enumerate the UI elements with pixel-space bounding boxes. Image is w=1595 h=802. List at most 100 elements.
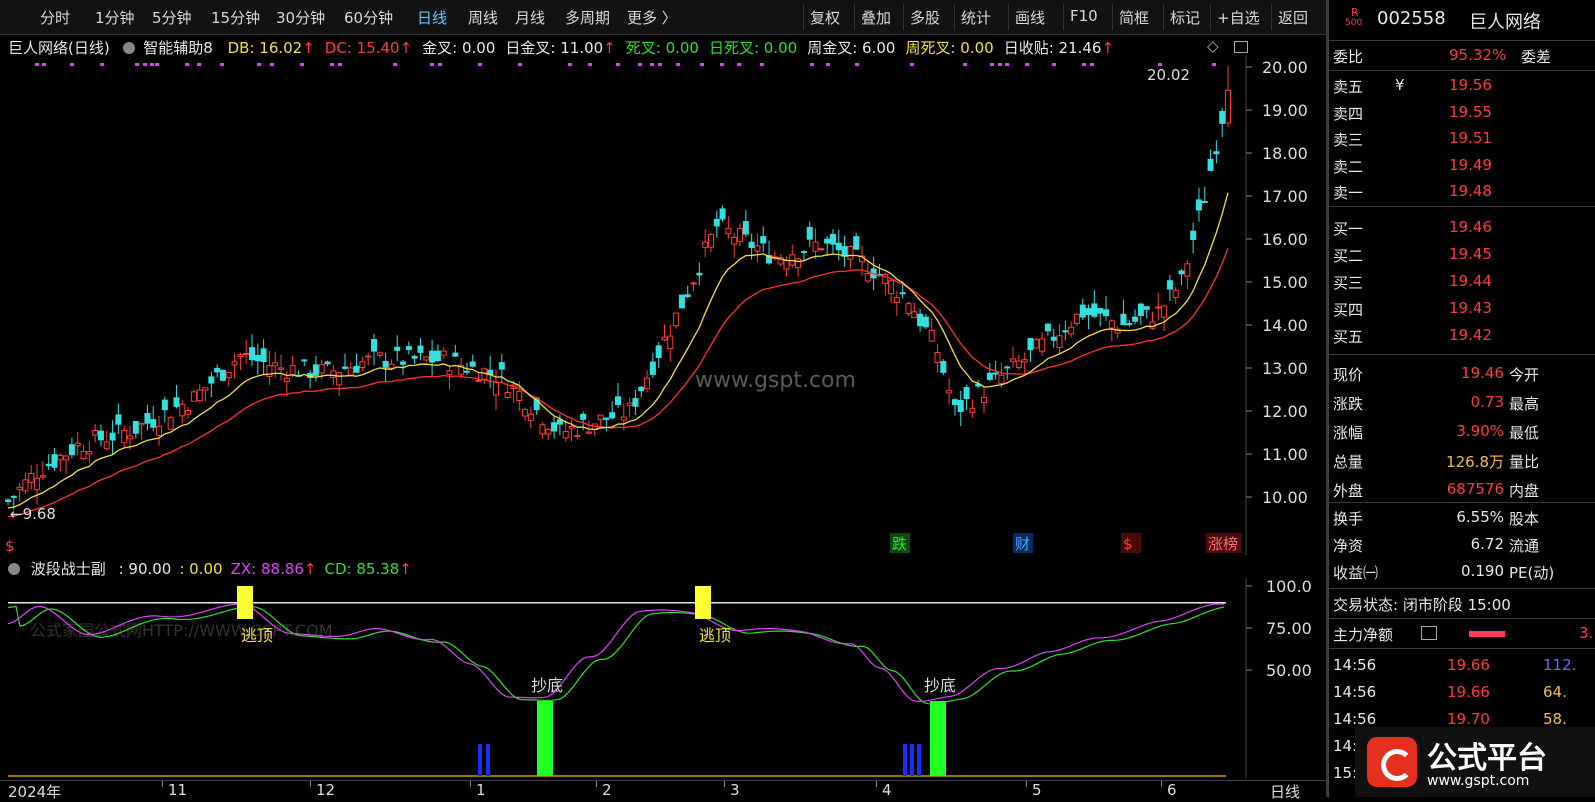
signal-dot	[810, 63, 814, 66]
event-marker-label[interactable]: 涨榜	[1208, 535, 1238, 553]
signal-dot	[700, 63, 704, 66]
collapse-icon[interactable]	[122, 42, 135, 54]
toolbar-button[interactable]: 复权	[810, 7, 840, 28]
signal-dot	[338, 63, 342, 66]
candle-body	[888, 280, 895, 295]
signal-dot	[430, 63, 434, 66]
candle-body	[121, 429, 128, 444]
ask-row: 卖二 19.49	[1333, 155, 1492, 176]
toolbar-button[interactable]: 简框	[1119, 7, 1149, 28]
signal-dot	[143, 63, 147, 66]
signal-dot	[1005, 63, 1009, 66]
up-arrow-icon: ↑	[399, 560, 412, 578]
fundamental-row: 收益㈠ 0.190 PE(动)	[1333, 562, 1555, 582]
logo-url: www.gspt.com	[1427, 773, 1530, 789]
candle-body	[1126, 323, 1133, 326]
candle-body	[661, 336, 668, 341]
window-toggle-icon[interactable]	[1234, 41, 1248, 53]
list-icon[interactable]	[1421, 626, 1437, 640]
candle-body	[1213, 151, 1220, 155]
toolbar-button[interactable]: 返回	[1278, 7, 1308, 28]
event-marker-label[interactable]: 财	[1015, 535, 1030, 553]
period-tab[interactable]: 15分钟	[211, 7, 260, 28]
toolbar-button[interactable]: 画线	[1015, 7, 1045, 28]
candle-body	[1201, 201, 1208, 204]
y-tick: 12.00	[1262, 402, 1308, 421]
y-tick: 19.00	[1262, 101, 1308, 120]
blue-marker-bar	[903, 744, 907, 776]
diamond-icon[interactable]: ◇	[1207, 37, 1219, 55]
sub-chart-header: 波段战士副 : 90.00: 0.00 ZX: 88.86↑ CD: 85.38↑	[8, 558, 412, 579]
candle-body	[1149, 321, 1156, 329]
candle-body	[272, 362, 279, 367]
quote-row: 外盘 687576 内盘	[1333, 480, 1540, 500]
candle-body	[1091, 303, 1098, 317]
period-tab[interactable]: 30分钟	[276, 7, 325, 28]
signal-dot	[998, 63, 1002, 66]
candle-body	[742, 221, 749, 235]
candle-body	[469, 361, 476, 367]
period-tab[interactable]: 60分钟	[344, 7, 393, 28]
candle-body	[1195, 199, 1202, 211]
period-label[interactable]: 日线	[1270, 781, 1300, 802]
ask-row: 卖五 ¥19.56	[1333, 76, 1492, 96]
period-tab[interactable]: 多周期	[565, 7, 610, 28]
candle-body	[109, 432, 116, 441]
candle-body	[254, 354, 261, 362]
candle-body	[1033, 339, 1040, 349]
candle-body	[992, 372, 999, 375]
bid-row: 买四 19.43	[1333, 299, 1492, 319]
signal-dot	[1082, 63, 1086, 66]
toolbar-button[interactable]: 标记	[1170, 7, 1200, 28]
sub-stat: ZX: 88.86	[230, 560, 304, 578]
toolbar-button[interactable]: 统计	[961, 7, 991, 28]
toolbar-button[interactable]: 叠加	[861, 7, 891, 28]
candle-body	[562, 430, 569, 439]
candle-body	[498, 362, 505, 370]
signal-dot	[185, 63, 189, 66]
candle-body	[522, 408, 529, 417]
period-tab[interactable]: 分时	[40, 7, 70, 28]
blue-marker-bar	[910, 744, 914, 776]
period-tab[interactable]: 更多 〉	[627, 7, 677, 28]
fundamental-row: 净资 6.72 流通	[1333, 535, 1540, 555]
event-marker-label[interactable]: $	[1123, 535, 1133, 553]
candlestick-chart[interactable]: 20.00 19.00 18.00 17.00 16.00 15.00 14.00 13.00…	[0, 55, 1326, 555]
candle-body	[1155, 306, 1162, 309]
toolbar-button[interactable]: 多股	[910, 7, 940, 28]
candle-body	[144, 413, 151, 424]
candle-body	[179, 403, 186, 417]
period-tab[interactable]: 周线	[468, 7, 498, 28]
signal-dot	[658, 63, 662, 66]
candle-body	[278, 367, 285, 370]
candle-body	[899, 292, 906, 295]
stock-header: R 500 002558 巨人网络	[1329, 6, 1595, 34]
period-tab[interactable]: 日线	[417, 7, 447, 28]
candle-body	[347, 367, 354, 376]
sub-indicator-name[interactable]: 波段战士副	[31, 560, 106, 578]
signal-dot	[963, 63, 967, 66]
candle-body	[127, 435, 133, 440]
sub-stat: : 0.00	[179, 560, 223, 578]
toolbar-button[interactable]: +自选	[1217, 7, 1260, 28]
candle-body	[754, 245, 761, 252]
oscillator-chart[interactable]: 100.0 75.00 50.00 公式家园公式网HTTP://WWW.GSPT.CO…	[0, 578, 1326, 778]
period-tab[interactable]: 月线	[515, 7, 545, 28]
collapse-icon[interactable]	[8, 563, 20, 575]
toolbar-button[interactable]: F10	[1070, 7, 1098, 25]
event-marker-label[interactable]: 跌	[892, 535, 907, 553]
period-tab[interactable]: 1分钟	[95, 7, 135, 28]
tick-row: 14:56 19.66 112.	[1333, 656, 1577, 674]
candle-body	[626, 402, 633, 406]
dollar-marker-icon[interactable]: $	[5, 537, 15, 555]
candle-body	[231, 361, 238, 366]
candle-body	[934, 352, 941, 363]
candle-body	[382, 360, 389, 368]
index-badge-sub: 500	[1345, 18, 1363, 28]
candle-body	[725, 227, 732, 235]
candle-body	[760, 236, 767, 244]
bid-row: 买三 19.44	[1333, 272, 1492, 292]
period-tab[interactable]: 5分钟	[152, 7, 192, 28]
candle-body	[853, 236, 860, 250]
candle-body	[1143, 306, 1150, 310]
